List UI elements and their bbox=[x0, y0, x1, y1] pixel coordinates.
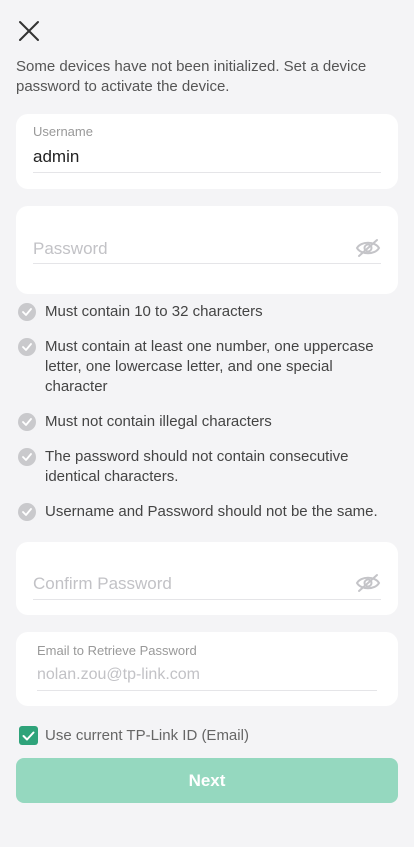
rule-item-length: Must contain 10 to 32 characters bbox=[18, 302, 388, 322]
confirm-password-input[interactable]: Confirm Password bbox=[33, 574, 172, 594]
close-button[interactable] bbox=[14, 16, 44, 46]
rule-text: Must contain at least one number, one up… bbox=[45, 338, 374, 395]
email-field[interactable]: nolan.zou@tp-link.com bbox=[37, 666, 200, 684]
rule-item-illegal-chars: Must not contain illegal characters bbox=[18, 412, 388, 432]
eye-slash-icon bbox=[355, 574, 381, 592]
email-label: Email to Retrieve Password bbox=[37, 643, 197, 658]
rule-item-not-same: Username and Password should not be the … bbox=[18, 502, 388, 522]
username-underline bbox=[33, 172, 381, 173]
confirm-password-card: Confirm Password bbox=[16, 542, 398, 615]
email-card: Email to Retrieve Password nolan.zou@tp-… bbox=[16, 632, 398, 706]
username-card: Username admin bbox=[16, 114, 398, 189]
check-circle-icon bbox=[18, 303, 36, 321]
close-icon bbox=[19, 21, 39, 41]
check-circle-icon bbox=[18, 503, 36, 521]
check-circle-icon bbox=[18, 413, 36, 431]
rule-item-consecutive: The password should not contain consecut… bbox=[18, 447, 388, 487]
password-input[interactable]: Password bbox=[33, 239, 108, 259]
email-underline bbox=[37, 690, 377, 691]
rule-text: Must not contain illegal characters bbox=[45, 413, 272, 430]
rule-text: Username and Password should not be the … bbox=[45, 503, 378, 520]
rule-item-composition: Must contain at least one number, one up… bbox=[18, 337, 388, 397]
password-card: Password bbox=[16, 206, 398, 294]
checkmark-icon bbox=[22, 731, 35, 740]
username-field[interactable]: admin bbox=[33, 147, 79, 167]
intro-text: Some devices have not been initialized. … bbox=[16, 58, 367, 95]
rule-text: Must contain 10 to 32 characters bbox=[45, 303, 263, 320]
check-circle-icon bbox=[18, 448, 36, 466]
password-underline bbox=[33, 263, 381, 264]
username-label: Username bbox=[33, 124, 93, 139]
use-current-id-checkbox[interactable] bbox=[19, 726, 38, 745]
check-circle-icon bbox=[18, 338, 36, 356]
next-button[interactable]: Next bbox=[16, 758, 398, 803]
confirm-password-visibility-toggle[interactable] bbox=[354, 572, 382, 594]
eye-slash-icon bbox=[355, 239, 381, 257]
rule-text: The password should not contain consecut… bbox=[45, 448, 349, 485]
confirm-password-underline bbox=[33, 599, 381, 600]
use-current-id-label: Use current TP-Link ID (Email) bbox=[45, 727, 249, 744]
password-visibility-toggle[interactable] bbox=[354, 237, 382, 259]
